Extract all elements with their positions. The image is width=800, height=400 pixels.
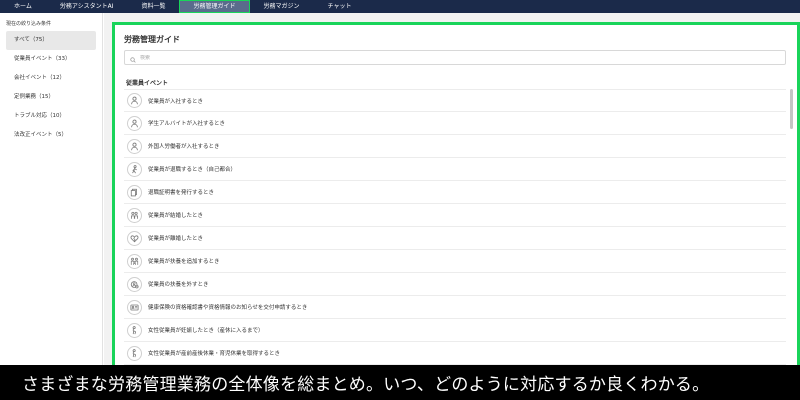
list-item[interactable]: 女性従業員が産前産後休業・育児休業を取得するとき <box>124 342 786 365</box>
list-item-label: 退職証明書を発行するとき <box>148 190 215 196</box>
nav-item-5[interactable]: チャット <box>314 0 366 13</box>
main-area: 労務管理ガイド 従業員イベント 従業員が入社するとき学生アルバイトが入社するとき… <box>104 13 800 378</box>
couple-icon <box>127 207 142 223</box>
list-item[interactable]: 従業員の扶養を外すとき <box>124 273 786 296</box>
family-icon <box>127 253 142 269</box>
section-title: 従業員イベント <box>126 80 169 87</box>
id-card-icon <box>127 299 142 315</box>
list-item-label: 従業員が扶養を追加するとき <box>148 259 220 265</box>
list-item[interactable]: 従業員が退職するとき（自己都合） <box>124 158 786 181</box>
search-input[interactable] <box>140 54 740 61</box>
list-item-label: 従業員が離婚したとき <box>148 236 204 242</box>
sidebar-filter-item[interactable]: 会社イベント（12） <box>0 69 102 88</box>
sidebar-filter-item[interactable]: 従業員イベント（33） <box>0 50 102 69</box>
list-item-label: 外国人労働者が入社するとき <box>148 144 220 150</box>
list-item-label: 健康保険の資格確認書や資格情報のお知らせを交付申請するとき <box>148 305 308 311</box>
caption-text: さまざまな労務管理業務の全体像を総まとめ。いつ、どのように対応するか良くわかる。 <box>22 375 710 395</box>
list-item[interactable]: 学生アルバイトが入社するとき <box>124 112 786 135</box>
person-icon <box>127 93 142 108</box>
list-item-label: 従業員が退職するとき（自己都合） <box>148 167 237 173</box>
guide-list: 従業員が入社するとき 学生アルバイトが入社するとき 外国人労働者が入社するとき 従業員… <box>124 89 786 378</box>
list-item-label: 学生アルバイトが入社するとき <box>148 121 225 127</box>
list-item[interactable]: 従業員が離婚したとき <box>124 227 786 250</box>
broken-heart-icon <box>127 230 142 246</box>
walking-person-icon <box>127 161 142 177</box>
caption-bar: さまざまな労務管理業務の全体像を総まとめ。いつ、どのように対応するか良くわかる。 <box>0 365 800 400</box>
list-item[interactable]: 従業員が結婚したとき <box>124 204 786 227</box>
remove-family-icon <box>127 276 142 292</box>
document-icon <box>127 184 142 200</box>
pregnant-icon <box>127 345 142 361</box>
nav-item-3[interactable]: 労務管理ガイド <box>179 0 250 13</box>
list-item-label: 従業員が入社するとき <box>148 98 204 105</box>
sidebar-filter-item[interactable]: すべて（75） <box>6 31 96 50</box>
list-item[interactable]: 健康保険の資格確認書や資格情報のお知らせを交付申請するとき <box>124 296 786 319</box>
pregnant-icon <box>127 322 142 338</box>
person-icon <box>127 115 142 131</box>
top-navigation: ホーム 労務アシスタントAI 資料一覧 労務管理ガイド 労務マガジン チャット <box>0 0 800 13</box>
filter-title: 現在の絞り込み条件 <box>6 21 52 27</box>
list-item-label: 女性従業員が産前産後休業・育児休業を取得するとき <box>148 351 281 357</box>
list-item-label: 従業員が結婚したとき <box>148 213 204 219</box>
person-icon <box>127 138 142 154</box>
nav-item-4[interactable]: 労務マガジン <box>250 0 314 13</box>
nav-item-0[interactable]: ホーム <box>0 0 46 13</box>
list-item[interactable]: 女性従業員が妊娠したとき（産休に入るまで） <box>124 319 786 342</box>
nav-item-2[interactable]: 資料一覧 <box>127 0 179 13</box>
sidebar: 現在の絞り込み条件 すべて（75） 従業員イベント（33） 会社イベント（12） 定例… <box>0 13 103 365</box>
list-item[interactable]: 従業員が扶養を追加するとき <box>124 250 786 273</box>
list-item-label: 女性従業員が妊娠したとき（産休に入るまで） <box>148 328 264 334</box>
nav-item-1[interactable]: 労務アシスタントAI <box>46 0 128 13</box>
search-icon <box>130 48 136 67</box>
page-title: 労務管理ガイド <box>124 35 180 44</box>
sidebar-filter-item[interactable]: 定例業務（15） <box>0 88 102 107</box>
list-item[interactable]: 従業員が入社するとき <box>124 89 786 112</box>
guide-panel: 労務管理ガイド 従業員イベント 従業員が入社するとき学生アルバイトが入社するとき… <box>112 22 800 378</box>
list-item[interactable]: 外国人労働者が入社するとき <box>124 135 786 158</box>
list-item[interactable]: 退職証明書を発行するとき <box>124 181 786 204</box>
sidebar-filter-item[interactable]: 法改正イベント（5） <box>0 126 102 145</box>
list-item-label: 従業員の扶養を外すとき <box>148 282 209 288</box>
sidebar-filter-item[interactable]: トラブル対応（10） <box>0 107 102 126</box>
search-box[interactable] <box>124 50 786 65</box>
scrollbar[interactable] <box>790 89 793 129</box>
